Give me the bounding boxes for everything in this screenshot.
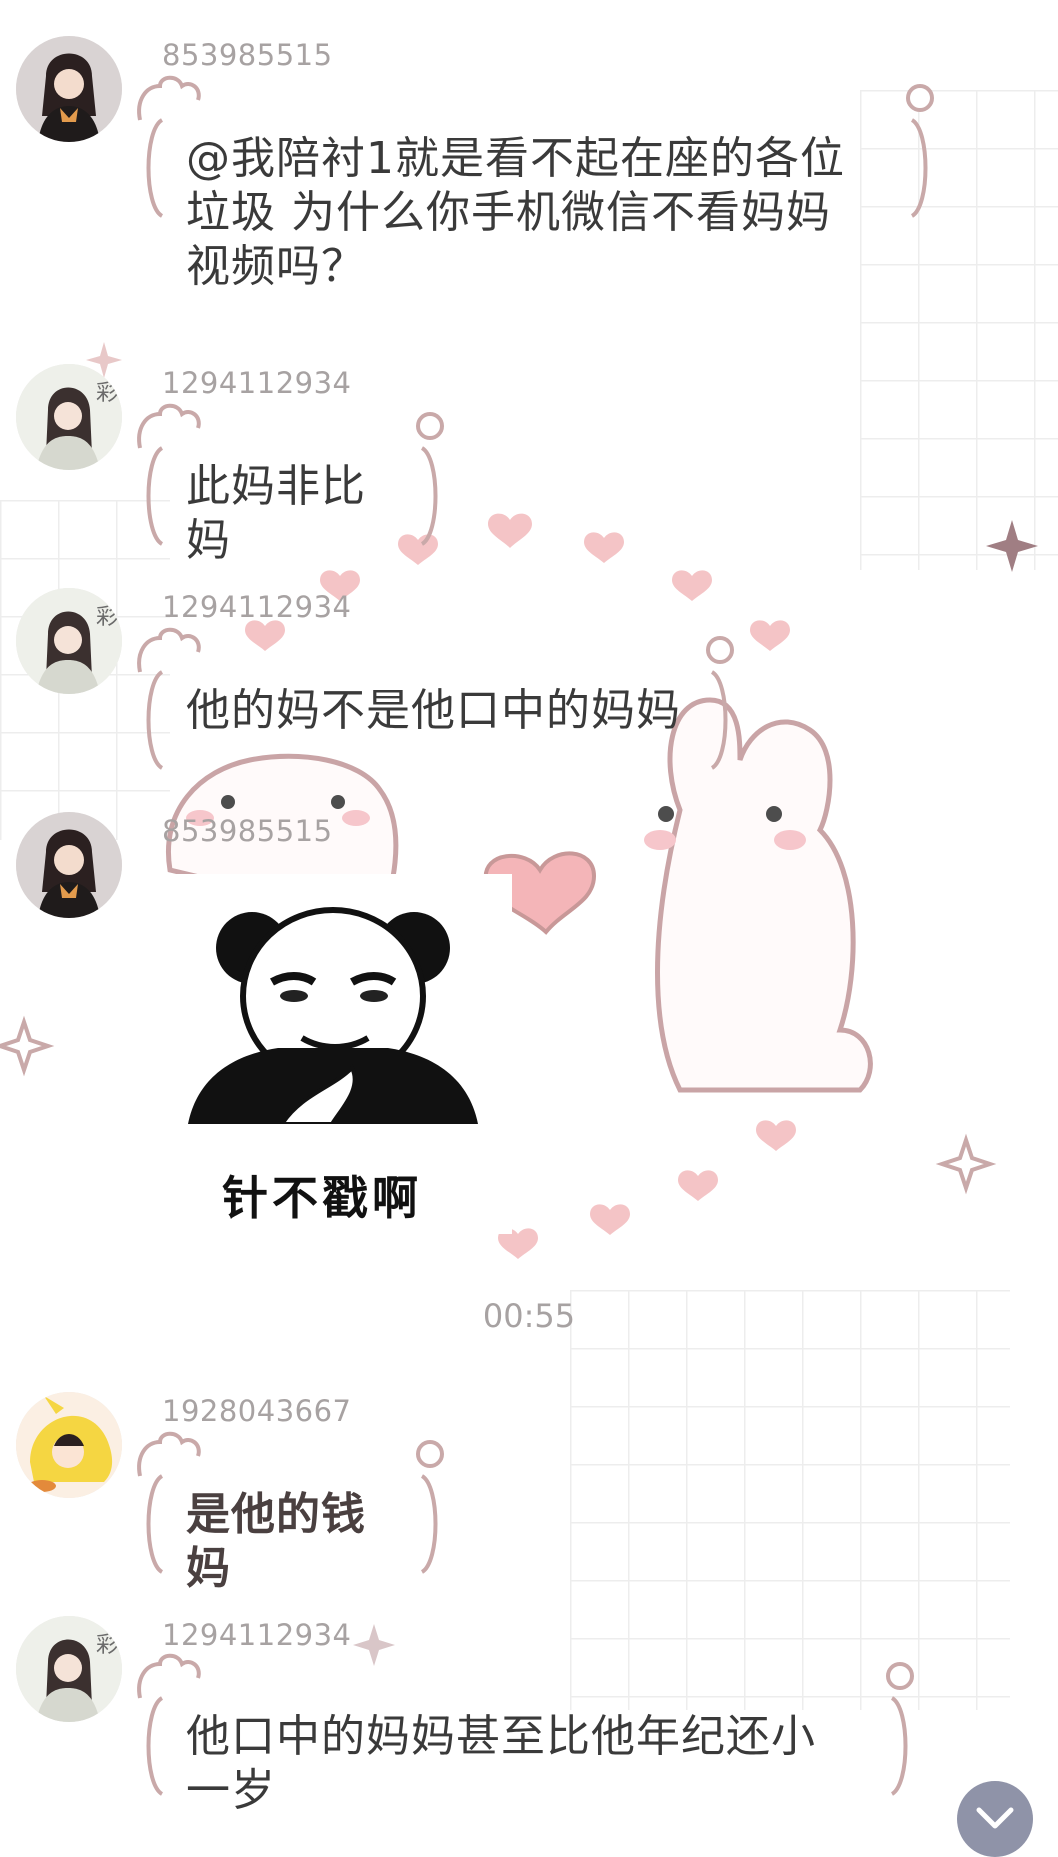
message-text-line: 是他的钱妈 [186, 1489, 366, 1594]
bubble-knob-decoration [886, 1662, 914, 1690]
bubble-right-bracket [420, 1474, 438, 1574]
bubble-left-bracket [146, 670, 164, 770]
bubble-left-bracket [146, 118, 164, 218]
sender-id: 1928043667 [162, 1394, 352, 1428]
avatar[interactable]: 彩 [16, 588, 122, 694]
panda-meme-icon [188, 874, 478, 1142]
chevron-down-icon [976, 1807, 1014, 1829]
sender-id: 1294112934 [162, 1618, 352, 1652]
avatar[interactable]: 彩 [16, 364, 122, 470]
message-text-line: 视频吗？ [186, 241, 366, 292]
bubble-ears-decoration [137, 627, 201, 673]
message-bubble[interactable]: 他口中的妈妈甚至比他年纪还小 一岁 [137, 1653, 914, 1836]
bubble-ears-decoration [137, 75, 201, 121]
sender-id: 853985515 [162, 38, 333, 72]
scroll-to-bottom-button[interactable] [957, 1781, 1033, 1857]
avatar[interactable] [16, 812, 122, 918]
bubble-ears-decoration [137, 1653, 201, 1699]
message-text-line: 一岁 [186, 1765, 276, 1816]
bubble-ears-decoration [137, 403, 201, 449]
bubble-ears-decoration [137, 1431, 201, 1477]
bubble-right-bracket [420, 446, 438, 546]
bubble-knob-decoration [416, 1440, 444, 1468]
bubble-knob-decoration [416, 412, 444, 440]
message-text-line: 他的妈不是他口中的妈妈 [186, 685, 681, 736]
bubble-knob-decoration [706, 636, 734, 664]
sticker-image[interactable]: 针不戳啊 [152, 874, 512, 1234]
message-bubble[interactable]: 此妈非比妈 [137, 403, 444, 566]
message-text-line: 垃圾 为什么你手机微信不看妈妈 [186, 187, 831, 238]
bubble-right-bracket [910, 118, 928, 218]
bubble-right-bracket [710, 670, 728, 770]
message-bubble[interactable]: @我陪衬1就是看不起在座的各位 垃圾 为什么你手机微信不看妈妈 视频吗？ [137, 75, 934, 314]
bubble-left-bracket [146, 1696, 164, 1796]
bubble-left-bracket [146, 446, 164, 546]
bubble-right-bracket [890, 1696, 908, 1796]
avatar[interactable] [16, 1392, 122, 1498]
bubble-left-bracket [146, 1474, 164, 1574]
timestamp: 00:55 [482, 1297, 576, 1335]
sender-id: 853985515 [162, 814, 333, 848]
bubble-knob-decoration [906, 84, 934, 112]
message-text-line: 此妈非比妈 [186, 461, 366, 566]
avatar[interactable]: 彩 [16, 1616, 122, 1722]
message-bubble[interactable]: 他的妈不是他口中的妈妈 [137, 627, 734, 770]
avatar[interactable] [16, 36, 122, 142]
sticker-caption: 针不戳啊 [222, 1171, 422, 1225]
message-bubble[interactable]: 是他的钱妈 [137, 1431, 444, 1594]
sender-id: 1294112934 [162, 590, 352, 624]
message-text-line: @我陪衬1就是看不起在座的各位 [186, 133, 845, 184]
message-text-line: 他口中的妈妈甚至比他年纪还小 [186, 1711, 816, 1762]
sender-id: 1294112934 [162, 366, 352, 400]
